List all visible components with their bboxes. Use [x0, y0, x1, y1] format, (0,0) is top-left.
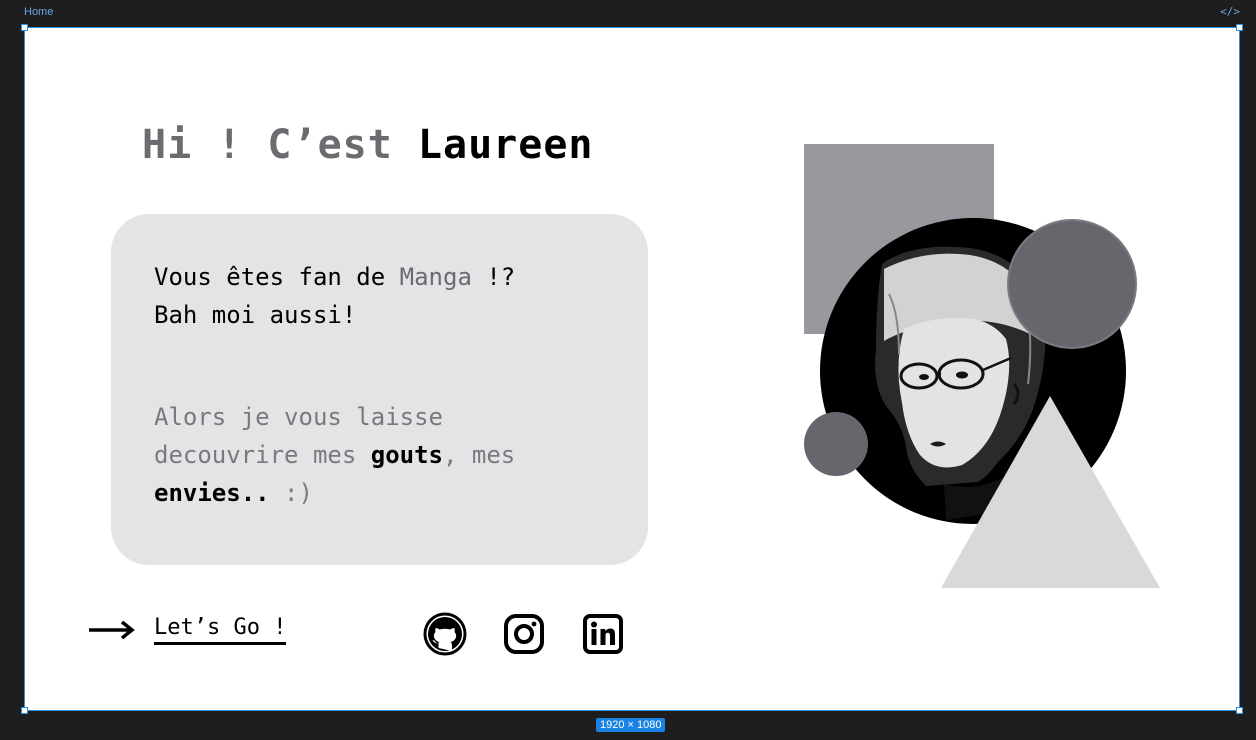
intro-paragraph-1: Vous êtes fan de Manga !? Bah moi aussi! [154, 258, 515, 334]
intro-paragraph-2: Alors je vous laisse decouvrire mes gout… [154, 398, 515, 512]
intro-card: Vous êtes fan de Manga !? Bah moi aussi!… [111, 214, 648, 565]
intro-line-1-text: Vous êtes fan de [154, 263, 400, 291]
envies-highlight: envies.. [154, 479, 270, 507]
intro-line-5-end: :) [269, 479, 313, 507]
page-title: Hi ! C’est Laureen [142, 122, 593, 168]
hero-illustration [804, 144, 1161, 589]
linkedin-link[interactable] [581, 612, 625, 656]
dark-grey-circle [1007, 219, 1137, 349]
frame-label[interactable]: Home [24, 6, 53, 18]
intro-line-1: Vous êtes fan de Manga !? [154, 258, 515, 296]
code-toggle-icon[interactable]: </> [1220, 5, 1240, 18]
manga-highlight: Manga [399, 263, 472, 291]
arrow-right-icon [89, 620, 135, 640]
linkedin-icon [583, 614, 623, 654]
github-link[interactable] [423, 612, 467, 656]
lets-go-button[interactable]: Let’s Go ! [154, 615, 287, 645]
frame-size-badge: 1920 × 1080 [596, 718, 666, 732]
small-grey-circle [804, 412, 868, 476]
title-greeting: Hi ! C’est [142, 122, 418, 168]
gouts-highlight: gouts [370, 441, 443, 469]
intro-line-3: Alors je vous laisse [154, 403, 443, 431]
geometric-portrait [804, 144, 1160, 588]
instagram-link[interactable] [502, 612, 546, 656]
intro-line-4-text: decouvrire mes [154, 441, 371, 469]
title-name: Laureen [417, 122, 594, 168]
artboard-frame[interactable]: Hi ! C’est Laureen Vous êtes fan de Mang… [21, 24, 1243, 714]
intro-line-1-end: !? [471, 263, 516, 291]
intro-line-2: Bah moi aussi! [154, 301, 357, 329]
resize-handle-top-left[interactable] [21, 24, 28, 31]
intro-line-5: envies.. :) [154, 474, 515, 512]
github-icon [423, 612, 467, 656]
intro-line-4: decouvrire mes gouts, mes [154, 436, 515, 474]
resize-handle-bottom-right[interactable] [1236, 707, 1243, 714]
intro-line-4-end: , mes [443, 441, 516, 469]
instagram-icon [504, 614, 544, 654]
resize-handle-bottom-left[interactable] [21, 707, 28, 714]
resize-handle-top-right[interactable] [1236, 24, 1243, 31]
